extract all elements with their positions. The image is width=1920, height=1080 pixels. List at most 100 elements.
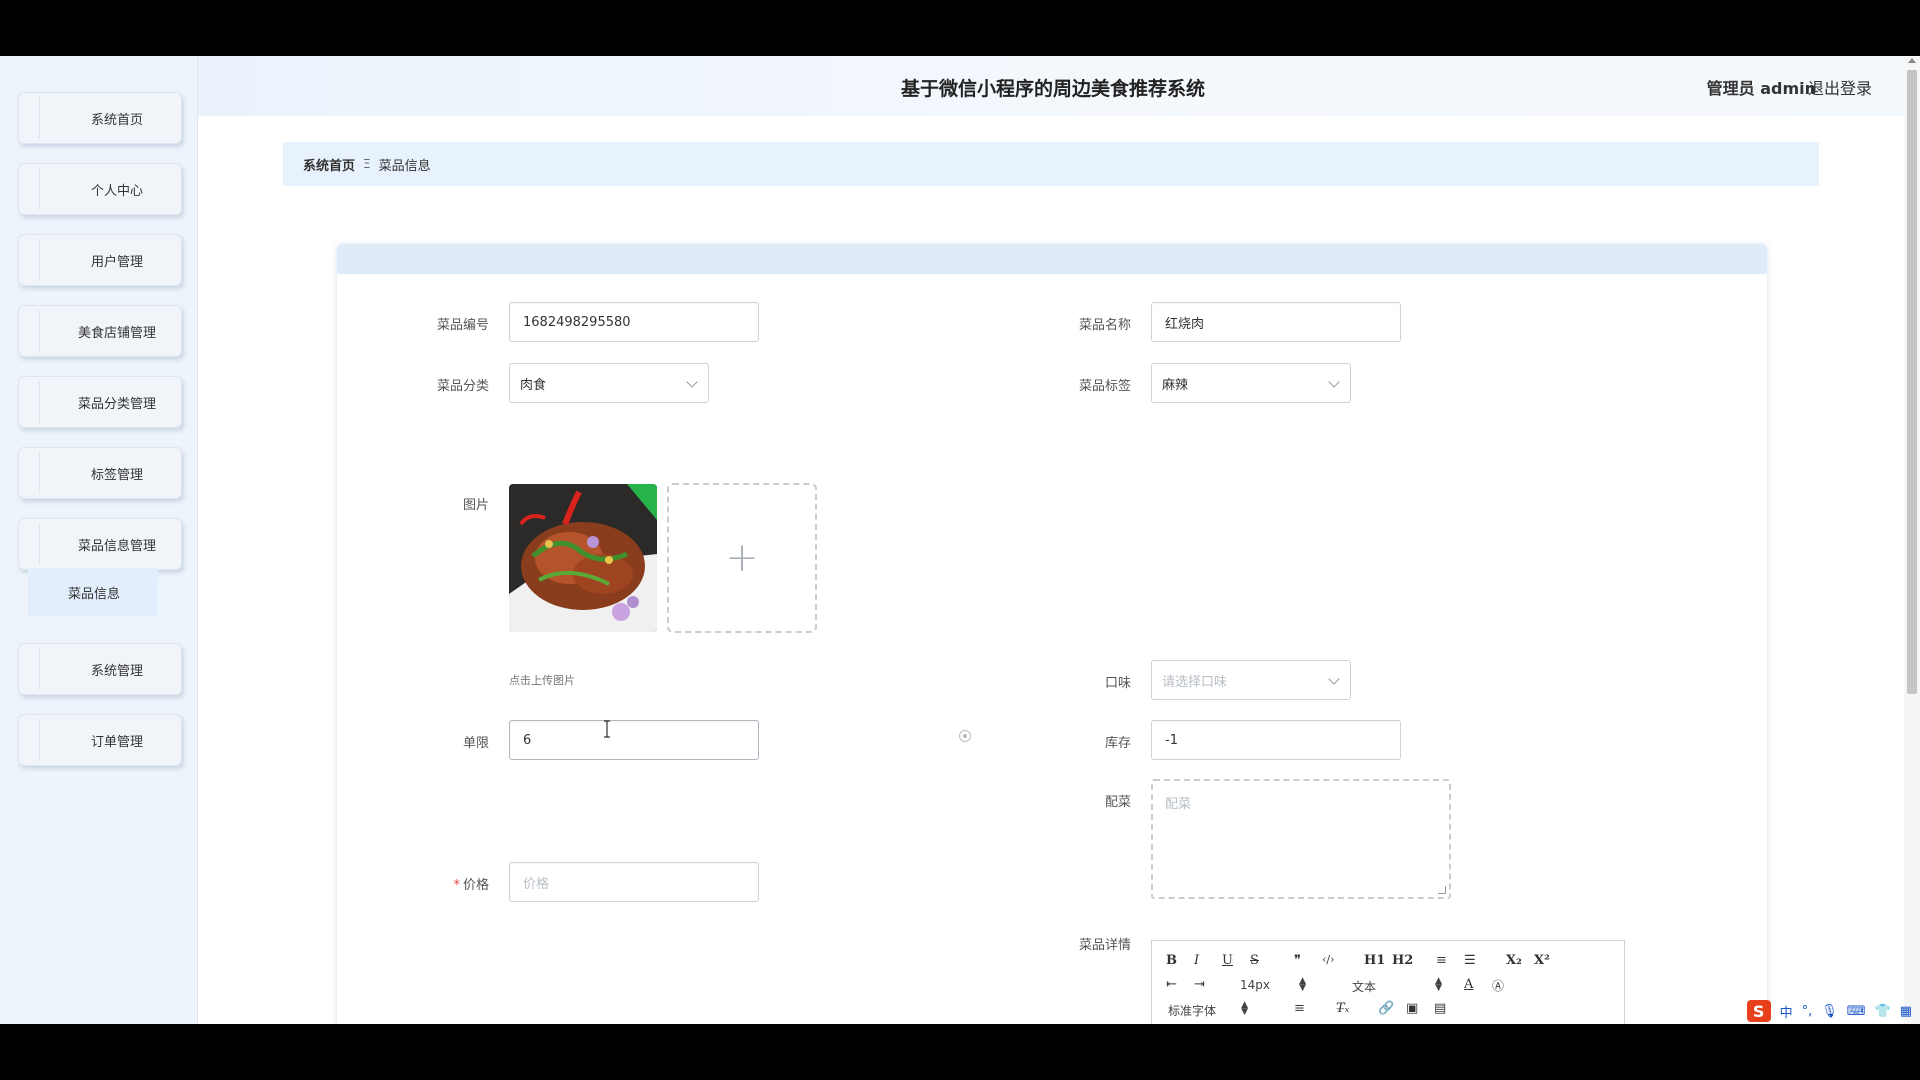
image-label: 图片 (462, 498, 489, 513)
sidebar-item-label: 菜品分类管理 (77, 396, 156, 412)
breadcrumb-current: 菜品信息 (378, 158, 431, 174)
sort-arrows-icon: ▲ ▼ (1241, 1000, 1249, 1017)
category-select[interactable]: 肉食 (509, 363, 709, 403)
scroll-up-arrow-icon[interactable] (1908, 58, 1916, 63)
font-size-select[interactable]: 14px ▲ ▼ (1240, 977, 1306, 993)
taste-select[interactable]: 请选择口味 (1151, 660, 1351, 700)
italic-icon[interactable]: I (1194, 953, 1199, 968)
page-scrollbar[interactable] (1904, 56, 1920, 1024)
sidebar-item-system[interactable]: 系统管理 (18, 643, 182, 695)
upload-hint: 点击上传图片 (509, 674, 575, 687)
indent-icon[interactable]: ⇥ (1194, 977, 1205, 992)
dish-image-thumbnail[interactable] (509, 484, 657, 632)
category-select-value: 肉食 (520, 377, 547, 393)
category-label: 菜品分类 (436, 379, 489, 394)
dish-form-card: 菜品编号 1682498295580 菜品名称 红烧肉 菜品分类 肉食 菜品标签… (337, 244, 1767, 1024)
limit-input[interactable]: 6 (509, 720, 759, 760)
limit-label: 单限 (462, 736, 489, 751)
clear-format-icon[interactable]: T̶ₓ (1336, 1001, 1349, 1016)
sidebar-item-orders[interactable]: 订单管理 (18, 714, 182, 766)
text-type-select[interactable]: 文本 ▲ ▼ (1352, 977, 1442, 995)
subscript-icon[interactable]: X₂ (1506, 953, 1522, 968)
sidebar-subitem-label: 菜品信息 (68, 586, 121, 602)
heading-1-icon[interactable]: H1 (1364, 953, 1385, 968)
sidebar-item-users[interactable]: 用户管理 (18, 234, 182, 286)
stock-label: 库存 (1104, 736, 1131, 751)
breadcrumb: 系统首页 Ξ 菜品信息 (283, 142, 1819, 186)
toolbox-icon[interactable]: ▦ (1900, 1004, 1912, 1019)
link-icon[interactable]: 🔗 (1378, 1001, 1394, 1016)
strikethrough-icon[interactable]: S (1250, 953, 1259, 968)
sogou-ime-logo-icon[interactable]: S (1746, 1000, 1771, 1022)
sidebar-item-label: 系统首页 (90, 112, 143, 128)
breadcrumb-home[interactable]: 系统首页 (303, 155, 355, 174)
image-icon[interactable]: ▣ (1406, 1001, 1418, 1016)
editor-toolbar: B I U S ❞ ‹/› H1 H2 ≡ ☰ X₂ X² ⇤ ⇥ 14px ▲ ▼… (1152, 941, 1624, 1024)
blockquote-icon[interactable]: ❞ (1294, 953, 1301, 968)
sidebar-item-categories[interactable]: 菜品分类管理 (18, 376, 182, 428)
skin-icon[interactable]: 👕 (1875, 1004, 1891, 1019)
background-color-icon[interactable]: Ⓐ (1492, 977, 1504, 994)
sidebar-item-profile[interactable]: 个人中心 (18, 163, 182, 215)
punctuation-icon[interactable]: °, (1802, 1004, 1813, 1019)
image-upload-button[interactable]: + (667, 483, 817, 633)
ime-tray: S 中 °, 🎙 ⌨ 👕 ▦ (1746, 1000, 1920, 1022)
sort-arrows-icon: ▲ ▼ (1299, 976, 1306, 993)
ordered-list-icon[interactable]: ≡ (1436, 953, 1447, 968)
underline-icon[interactable]: U (1222, 953, 1233, 968)
superscript-icon[interactable]: X² (1534, 953, 1550, 968)
price-label: * 价格 (389, 874, 489, 893)
current-user: 管理员 admin (1706, 79, 1816, 98)
video-icon[interactable]: ▤ (1434, 1001, 1446, 1016)
header-user-area: 管理员 admin 退出登录 (1622, 56, 1872, 116)
chevron-down-icon (1328, 673, 1340, 685)
logout-link[interactable]: 退出登录 (1808, 75, 1872, 99)
side-dish-textarea[interactable]: 配菜 (1151, 779, 1451, 899)
scroll-thumb[interactable] (1907, 70, 1917, 694)
sidebar-item-shops[interactable]: 美食店铺管理 (18, 305, 182, 357)
code-label: 菜品编号 (436, 318, 489, 333)
radio-indicator-icon (959, 730, 971, 742)
code-block-icon[interactable]: ‹/› (1322, 953, 1335, 966)
tag-label: 菜品标签 (1078, 379, 1131, 394)
font-color-icon[interactable]: A (1464, 977, 1473, 992)
sidebar-item-dish-info-mgmt[interactable]: 菜品信息管理 (18, 518, 182, 570)
rich-text-editor[interactable]: B I U S ❞ ‹/› H1 H2 ≡ ☰ X₂ X² ⇤ ⇥ 14px ▲ ▼… (1151, 940, 1625, 1024)
sort-arrows-icon: ▲ ▼ (1435, 976, 1443, 993)
font-size-value: 14px (1240, 978, 1270, 992)
chevron-down-icon (686, 376, 698, 388)
code-input[interactable]: 1682498295580 (509, 302, 759, 342)
font-family-value: 标准字体 (1168, 1004, 1217, 1018)
side-dish-placeholder: 配菜 (1165, 797, 1192, 812)
align-icon[interactable]: ≡ (1294, 1001, 1305, 1016)
price-label-text: 价格 (462, 878, 489, 893)
card-header (337, 244, 1767, 274)
resize-handle-icon[interactable] (1438, 886, 1446, 894)
sidebar-subitem-dish-info[interactable]: 菜品信息 (28, 568, 158, 616)
microphone-icon[interactable]: 🎙 (1821, 1004, 1838, 1019)
bold-icon[interactable]: B (1166, 953, 1177, 968)
ime-chinese-mode[interactable]: 中 (1780, 1002, 1793, 1021)
bullet-list-icon[interactable]: ☰ (1464, 953, 1476, 968)
i-beam-cursor-icon (602, 720, 610, 738)
breadcrumb-separator-icon: Ξ (363, 157, 371, 171)
stock-input[interactable]: -1 (1151, 720, 1401, 760)
heading-2-icon[interactable]: H2 (1392, 953, 1413, 968)
sidebar-item-tags[interactable]: 标签管理 (18, 447, 182, 499)
sidebar-item-label: 系统管理 (90, 663, 143, 679)
taste-label: 口味 (1104, 676, 1131, 691)
sidebar-item-label: 用户管理 (90, 254, 143, 270)
keyboard-icon[interactable]: ⌨ (1847, 1004, 1866, 1019)
tag-select[interactable]: 麻辣 (1151, 363, 1351, 403)
dish-photo (509, 484, 657, 632)
price-input[interactable]: 价格 (509, 862, 759, 902)
sidebar-item-home[interactable]: 系统首页 (18, 92, 182, 144)
side-dish-label: 配菜 (1104, 795, 1131, 810)
sidebar: 系统首页 个人中心 用户管理 美食店铺管理 菜品分类管理 标签管理 菜品信息管理… (0, 56, 198, 1024)
detail-label: 菜品详情 (1078, 938, 1131, 953)
outdent-icon[interactable]: ⇤ (1166, 977, 1177, 992)
sidebar-item-label: 菜品信息管理 (77, 538, 156, 554)
name-label: 菜品名称 (1078, 318, 1131, 333)
name-input[interactable]: 红烧肉 (1151, 302, 1401, 342)
font-family-select[interactable]: 标准字体 ▲ ▼ (1168, 1001, 1248, 1019)
